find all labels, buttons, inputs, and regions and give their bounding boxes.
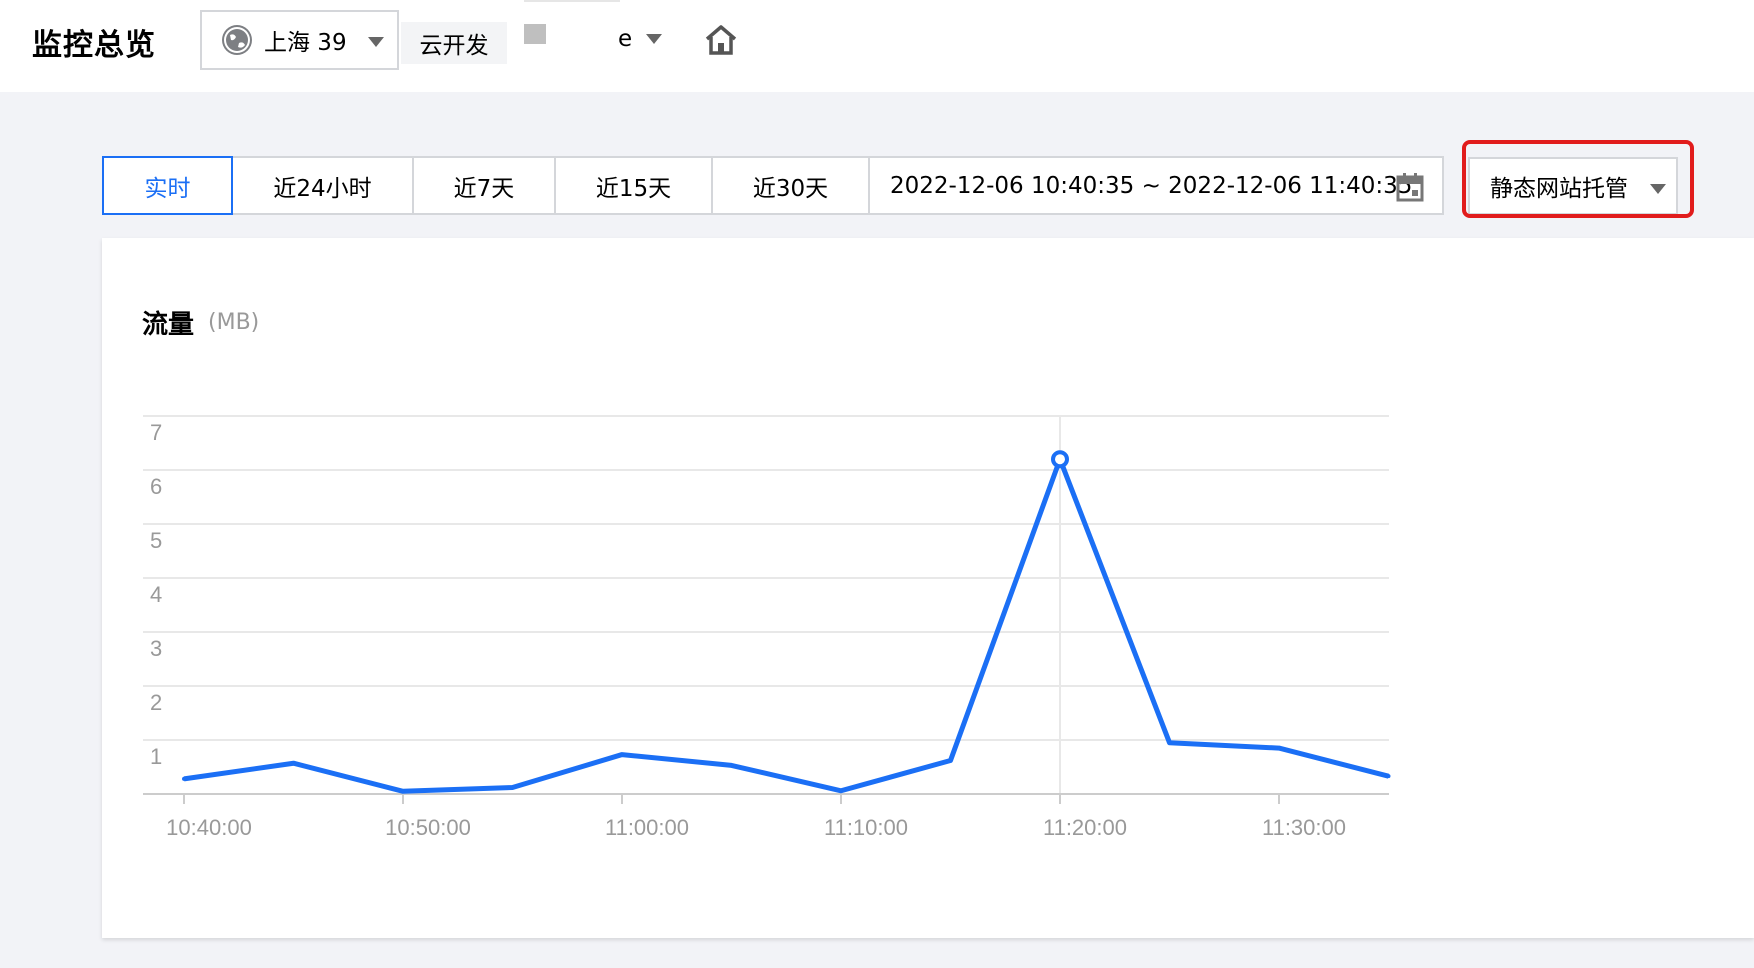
env-select[interactable]: 云开发: [401, 22, 507, 64]
series-line: [183, 456, 1390, 794]
region-select[interactable]: 上海 39: [200, 10, 399, 70]
top-bar: 监控总览 上海 39 云开发 e: [0, 0, 1754, 92]
data-point: [839, 788, 843, 793]
y-tick-label: 1: [150, 744, 162, 769]
y-tick-label: 2: [150, 690, 162, 715]
globe-icon: [222, 25, 252, 55]
tab-realtime[interactable]: 实时: [102, 156, 233, 215]
chart-panel: 流量 (MB) 1 2 3 4 5 6 7 10:40:00 10:50:00 11:00:00 1…: [102, 238, 1754, 938]
date-range-value: 2022-12-06 10:40:35 ~ 2022-12-06 11:40:3…: [890, 172, 1413, 199]
traffic-line-chart: 1 2 3 4 5 6 7 10:40:00 10:50:00 11:00:00 11:10:00 1…: [143, 415, 1391, 840]
data-point: [291, 761, 296, 766]
date-range-picker[interactable]: 2022-12-06 10:40:35 ~ 2022-12-06 11:40:3…: [870, 156, 1444, 215]
page-title: 监控总览: [32, 28, 156, 63]
tab-24h[interactable]: 近24小时: [233, 156, 414, 215]
x-tick-label: 11:30:00: [1262, 815, 1346, 840]
x-tick-label: 11:00:00: [605, 815, 689, 840]
x-tick-label: 10:40:00: [166, 815, 252, 840]
data-point: [1167, 740, 1172, 745]
data-point: [401, 789, 405, 794]
redaction-mark: [524, 24, 546, 44]
calendar-icon[interactable]: [1396, 172, 1424, 202]
x-tick-label: 10:50:00: [385, 815, 471, 840]
x-tick-label: 11:20:00: [1043, 815, 1127, 840]
home-icon[interactable]: [704, 24, 738, 56]
y-tick-label: 6: [150, 474, 162, 499]
data-point: [1277, 746, 1281, 751]
y-tick-label: 4: [150, 582, 162, 607]
env-label: 云开发: [419, 33, 489, 59]
region-label: 上海 39: [264, 30, 347, 56]
y-tick-label: 7: [150, 420, 162, 445]
data-point: [182, 776, 186, 781]
x-tick-label: 11:10:00: [824, 815, 908, 840]
data-point: [948, 758, 953, 763]
tab-30d[interactable]: 近30天: [713, 156, 870, 215]
highlight-annotation: [1462, 140, 1694, 218]
data-point: [729, 763, 734, 768]
data-point: [620, 752, 624, 757]
tab-15d[interactable]: 近15天: [556, 156, 713, 215]
data-point: [510, 785, 515, 790]
highlight-point: [1051, 450, 1069, 469]
time-range-tabs: 实时 近24小时 近7天 近15天 近30天: [102, 156, 870, 215]
data-point: [1386, 774, 1391, 779]
env-suffix: e: [618, 26, 633, 52]
tab-7d[interactable]: 近7天: [414, 156, 556, 215]
y-tick-label: 5: [150, 528, 162, 553]
chevron-down-icon: [368, 37, 384, 47]
y-tick-label: 3: [150, 636, 162, 661]
redaction-mark: [524, 0, 620, 2]
chevron-down-icon[interactable]: [646, 34, 662, 44]
